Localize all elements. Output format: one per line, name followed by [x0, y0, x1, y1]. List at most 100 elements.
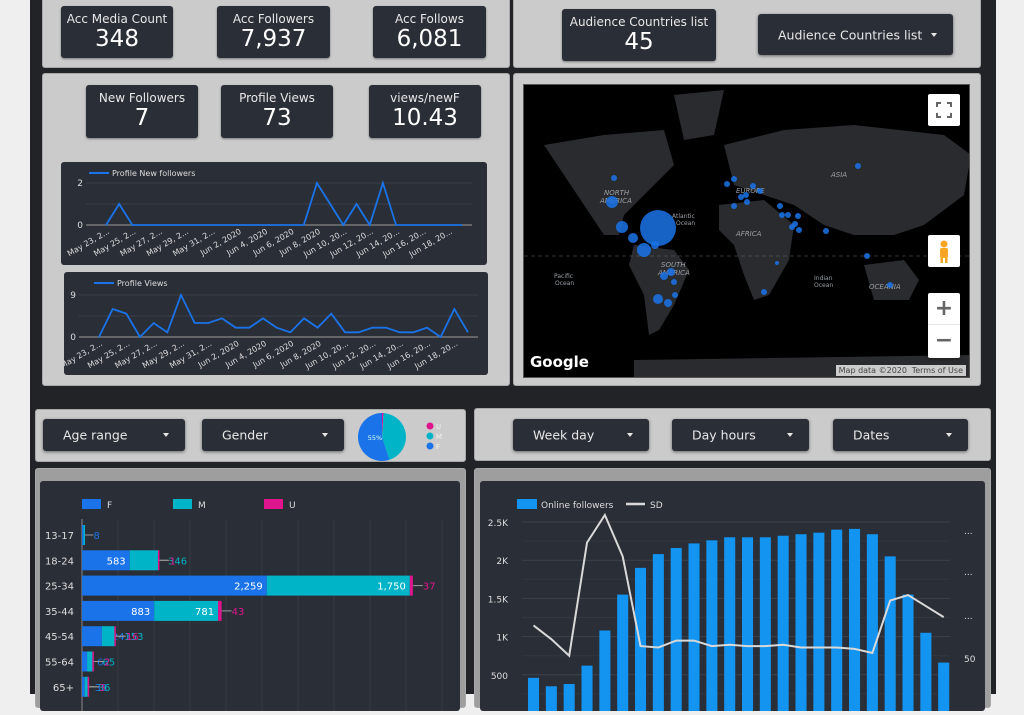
label-africa: AFRICA: [735, 230, 762, 238]
age-gender-bar-chart: FMU13-17818-24583346125-342,2591,7503735…: [40, 481, 460, 711]
kpi-label: New Followers: [86, 91, 198, 105]
map-panel: NORTH AMERICA SOUTH AMERICA EUROPE AFRIC…: [513, 73, 981, 386]
account-summary-panel: Acc Media Count 348 Acc Followers 7,937 …: [42, 0, 510, 68]
world-map: NORTH AMERICA SOUTH AMERICA EUROPE AFRIC…: [524, 85, 970, 378]
zoom-controls: + −: [928, 293, 960, 358]
online-followers-combo-chart: 5001K1.5K2K2.5K50.........Online followe…: [480, 481, 985, 711]
y-category-label: 45-54: [45, 632, 74, 643]
bar: [599, 630, 610, 711]
age-range-dropdown[interactable]: Age range: [43, 419, 185, 451]
bar: [760, 537, 771, 711]
gender-pie-chart: 55%UMF: [356, 410, 466, 463]
chevron-down-icon: [946, 433, 952, 437]
bar-segment-u: [410, 576, 413, 596]
street-view-pegman-button[interactable]: [928, 235, 960, 267]
bar-segment-u: [92, 652, 94, 672]
bar-segment-f: [82, 525, 84, 545]
country-bubble: [779, 212, 785, 218]
continent-australia: [864, 260, 919, 300]
data-label: 1,750: [377, 582, 406, 593]
data-label: 8: [94, 531, 100, 542]
y-category-label: 25-34: [45, 582, 74, 593]
zoom-out-button[interactable]: −: [928, 325, 960, 357]
country-bubble: [660, 272, 668, 280]
country-bubble: [777, 203, 783, 209]
data-label: 583: [107, 556, 126, 567]
dropdown-label: Age range: [63, 428, 128, 443]
time-filter-panel: Week day Day hours Dates: [474, 408, 991, 461]
sd-line: [534, 515, 944, 656]
label-atlantic: Atlantic: [672, 213, 695, 220]
bar: [742, 537, 753, 711]
new-followers-chart: 02Profile New followersMay 23, 2...May 2…: [61, 162, 487, 265]
bar-segment-m: [102, 626, 115, 646]
country-bubble: [637, 243, 651, 257]
audience-countries-dropdown[interactable]: Audience Countries list: [758, 14, 953, 55]
legend-label: M: [436, 433, 442, 441]
bar-segment-m: [84, 525, 86, 545]
legend-label: U: [436, 423, 441, 431]
y-tick-label: 0: [77, 221, 83, 231]
gender-dropdown[interactable]: Gender: [202, 419, 344, 451]
country-bubble: [750, 183, 756, 189]
profile-views-chart: 09Profile ViewsMay 23, 2...May 25, 2...M…: [64, 272, 488, 375]
country-bubble: [671, 279, 677, 285]
y-right-tick-label: ...: [964, 527, 973, 537]
kpi-label: Acc Follows: [373, 12, 486, 26]
zoom-in-button[interactable]: +: [928, 293, 960, 325]
y-tick-label: 1.5K: [488, 595, 509, 605]
kpi-value: 73: [221, 105, 333, 131]
kpi-label: Acc Followers: [217, 12, 330, 26]
country-bubble: [611, 175, 617, 181]
y-tick-label: 2: [77, 179, 83, 189]
country-bubble: [792, 221, 798, 227]
bar: [938, 663, 949, 711]
kpi-acc-follows: Acc Follows 6,081: [373, 6, 486, 58]
kpi-views-per-new-follower: views/newF 10.43: [369, 85, 481, 138]
age-gender-panel: FMU13-17818-24583346125-342,2591,7503735…: [35, 468, 466, 708]
bar: [706, 540, 717, 711]
dates-dropdown[interactable]: Dates: [833, 419, 968, 451]
y-category-label: 55-64: [45, 658, 74, 669]
online-followers-panel: 5001K1.5K2K2.5K50.........Online followe…: [474, 468, 991, 708]
fullscreen-button[interactable]: [928, 94, 960, 126]
country-bubble: [864, 253, 870, 259]
country-bubble: [795, 213, 801, 219]
day-hours-dropdown[interactable]: Day hours: [672, 419, 809, 451]
bar-segment-f: [82, 626, 102, 646]
kpi-audience-countries: Audience Countries list 45: [562, 9, 716, 61]
data-label: 883: [131, 607, 150, 618]
week-day-dropdown[interactable]: Week day: [513, 419, 649, 451]
country-bubble: [855, 163, 861, 169]
chevron-down-icon: [931, 33, 937, 37]
country-bubble: [823, 228, 829, 234]
bar: [867, 534, 878, 711]
y-tick-label: 2K: [496, 557, 509, 567]
audience-countries-panel: Audience Countries list 45 Audience Coun…: [513, 0, 981, 68]
country-bubble: [672, 292, 678, 298]
kpi-label: Acc Media Count: [61, 12, 173, 26]
kpi-value: 7,937: [217, 26, 330, 52]
dropdown-label: Week day: [533, 428, 594, 443]
continent-south-america: [629, 245, 689, 335]
country-bubble: [664, 299, 672, 307]
legend-label: F: [107, 501, 112, 511]
country-bubble: [775, 261, 779, 265]
dropdown-label: Gender: [222, 428, 268, 443]
y-category-label: 65+: [53, 683, 74, 694]
y-right-tick-label: ...: [964, 568, 973, 578]
kpi-value: 348: [61, 26, 173, 52]
map-attribution: Map data ©2020: [836, 365, 910, 376]
y-tick-label: 500: [491, 672, 508, 682]
bar-segment-f: [82, 652, 87, 672]
demographics-filter-panel: Age range Gender 55%UMF: [35, 409, 466, 462]
age-gender-chart: FMU13-17818-24583346125-342,2591,7503735…: [40, 481, 460, 711]
terms-of-use-link[interactable]: Terms of Use: [909, 365, 966, 376]
bar-segment-u: [158, 550, 160, 570]
audience-map[interactable]: NORTH AMERICA SOUTH AMERICA EUROPE AFRIC…: [523, 84, 970, 378]
kpi-value: 10.43: [369, 105, 481, 131]
label-south-america: SOUTH: [661, 261, 686, 269]
bar: [635, 568, 646, 711]
kpi-new-followers: New Followers 7: [86, 85, 198, 138]
kpi-label: Audience Countries list: [562, 15, 716, 29]
